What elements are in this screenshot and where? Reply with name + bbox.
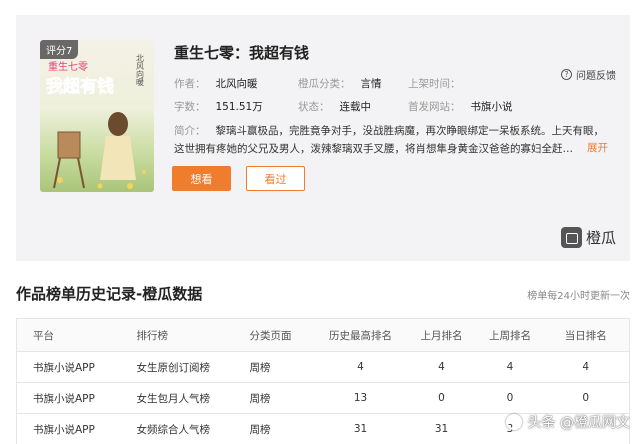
- listed-label: 上架时间：: [408, 78, 461, 90]
- question-icon: ?: [561, 69, 572, 80]
- book-cover[interactable]: 重生七零 我超有钱 北风向暖 评分7: [40, 40, 154, 192]
- cell-best: 31: [315, 413, 406, 444]
- status-label: 状态：: [298, 101, 330, 113]
- chenggua-logo-icon: [560, 227, 582, 248]
- site-label: 首发网站：: [408, 101, 461, 113]
- brand-name: 橙瓜: [585, 229, 616, 247]
- expand-link[interactable]: 展开: [587, 140, 608, 155]
- score-badge: 评分7: [40, 40, 79, 59]
- meta-listed: 上架时间：: [408, 76, 471, 91]
- cell-best: 4: [315, 351, 406, 383]
- cell-chart: 女生原创订阅榜: [120, 351, 234, 383]
- author-label: 作者：: [174, 78, 206, 90]
- col-page: 分类页面: [233, 318, 316, 352]
- meta-category: 橙瓜分类： 言情: [298, 76, 382, 91]
- feedback-link[interactable]: ? 问题反馈: [561, 67, 616, 82]
- cell-platform: 书旗小说APP: [16, 413, 121, 444]
- col-last-month: 上月排名: [405, 318, 478, 352]
- cell-last-month: 4: [405, 351, 478, 383]
- site-value: 书旗小说: [470, 101, 513, 113]
- col-chart: 排行榜: [120, 318, 234, 352]
- cover-subtitle-art: 重生七零: [48, 60, 88, 73]
- cell-today: 0: [542, 382, 630, 414]
- table-row: 书旗小说APP 女生包月人气榜 周榜 13 0 0 0: [16, 382, 630, 414]
- status-value: 连载中: [339, 101, 372, 113]
- col-best: 历史最高排名: [315, 318, 406, 352]
- cell-last-month: 31: [405, 413, 478, 444]
- book-card: 重生七零 我超有钱 北风向暖 评分7 重生七零：我超有钱 ? 问题反馈 作者： 北…: [16, 15, 630, 261]
- watermark-text: 头条 @橙瓜网文: [527, 415, 630, 431]
- cell-page: 周榜: [233, 413, 316, 444]
- cover-illustration: 重生七零 我超有钱 北风向暖: [46, 54, 146, 189]
- watermark: 头条 @橙瓜网文: [505, 412, 630, 432]
- feedback-label: 问题反馈: [576, 71, 616, 82]
- words-value: 151.51万: [215, 101, 263, 113]
- cell-today: 4: [542, 351, 630, 383]
- cell-last-week: 4: [477, 351, 543, 383]
- cell-page: 周榜: [233, 382, 316, 414]
- table-row: 书旗小说APP 女生原创订阅榜 周榜 4 4 4 4: [16, 351, 630, 383]
- cell-platform: 书旗小说APP: [16, 351, 121, 383]
- have-read-button[interactable]: 看过: [246, 166, 305, 191]
- book-intro: 简介： 黎璃斗赢极品，完胜竟争对手，没战胜病魔，再次睁眼绑定一呆板系统。上天有眼，…: [174, 122, 610, 158]
- meta-words: 字数： 151.51万: [174, 99, 263, 114]
- meta-status: 状态： 连载中: [298, 99, 371, 114]
- cover-author-art: 北风向暖: [136, 54, 145, 87]
- brand-mark: 橙瓜: [560, 227, 616, 248]
- cover-title-art: 我超有钱: [46, 76, 114, 97]
- update-note: 榜单每24小时更新一次: [527, 291, 630, 302]
- intro-text: 黎璃斗赢极品，完胜竟争对手，没战胜病魔，再次睁眼绑定一呆板系统。上天有眼，这世拥…: [174, 125, 604, 155]
- intro-label: 简介：: [174, 125, 206, 137]
- category-label: 橙瓜分类：: [298, 78, 351, 90]
- author-value[interactable]: 北风向暖: [216, 78, 258, 90]
- table-header-row: 平台 排行榜 分类页面 历史最高排名 上月排名 上周排名 当日排名: [16, 318, 630, 352]
- col-today: 当日排名: [542, 318, 630, 352]
- cell-best: 13: [315, 382, 406, 414]
- cell-last-month: 0: [405, 382, 478, 414]
- col-platform: 平台: [16, 318, 121, 352]
- category-value: 言情: [360, 78, 382, 90]
- cell-chart: 女生包月人气榜: [120, 382, 234, 414]
- meta-site: 首发网站： 书旗小说: [408, 99, 513, 114]
- meta-author: 作者： 北风向暖: [174, 76, 258, 91]
- col-last-week: 上周排名: [477, 318, 543, 352]
- history-title: 作品榜单历史记录-橙瓜数据: [16, 285, 203, 303]
- want-to-read-button[interactable]: 想看: [172, 166, 231, 191]
- cell-last-week: 0: [477, 382, 543, 414]
- words-label: 字数：: [174, 101, 206, 113]
- cell-page: 周榜: [233, 351, 316, 383]
- cell-platform: 书旗小说APP: [16, 382, 121, 414]
- book-title[interactable]: 重生七零：我超有钱: [174, 42, 309, 63]
- toutiao-logo-icon: [505, 414, 522, 430]
- cell-chart: 女频综合人气榜: [120, 413, 234, 444]
